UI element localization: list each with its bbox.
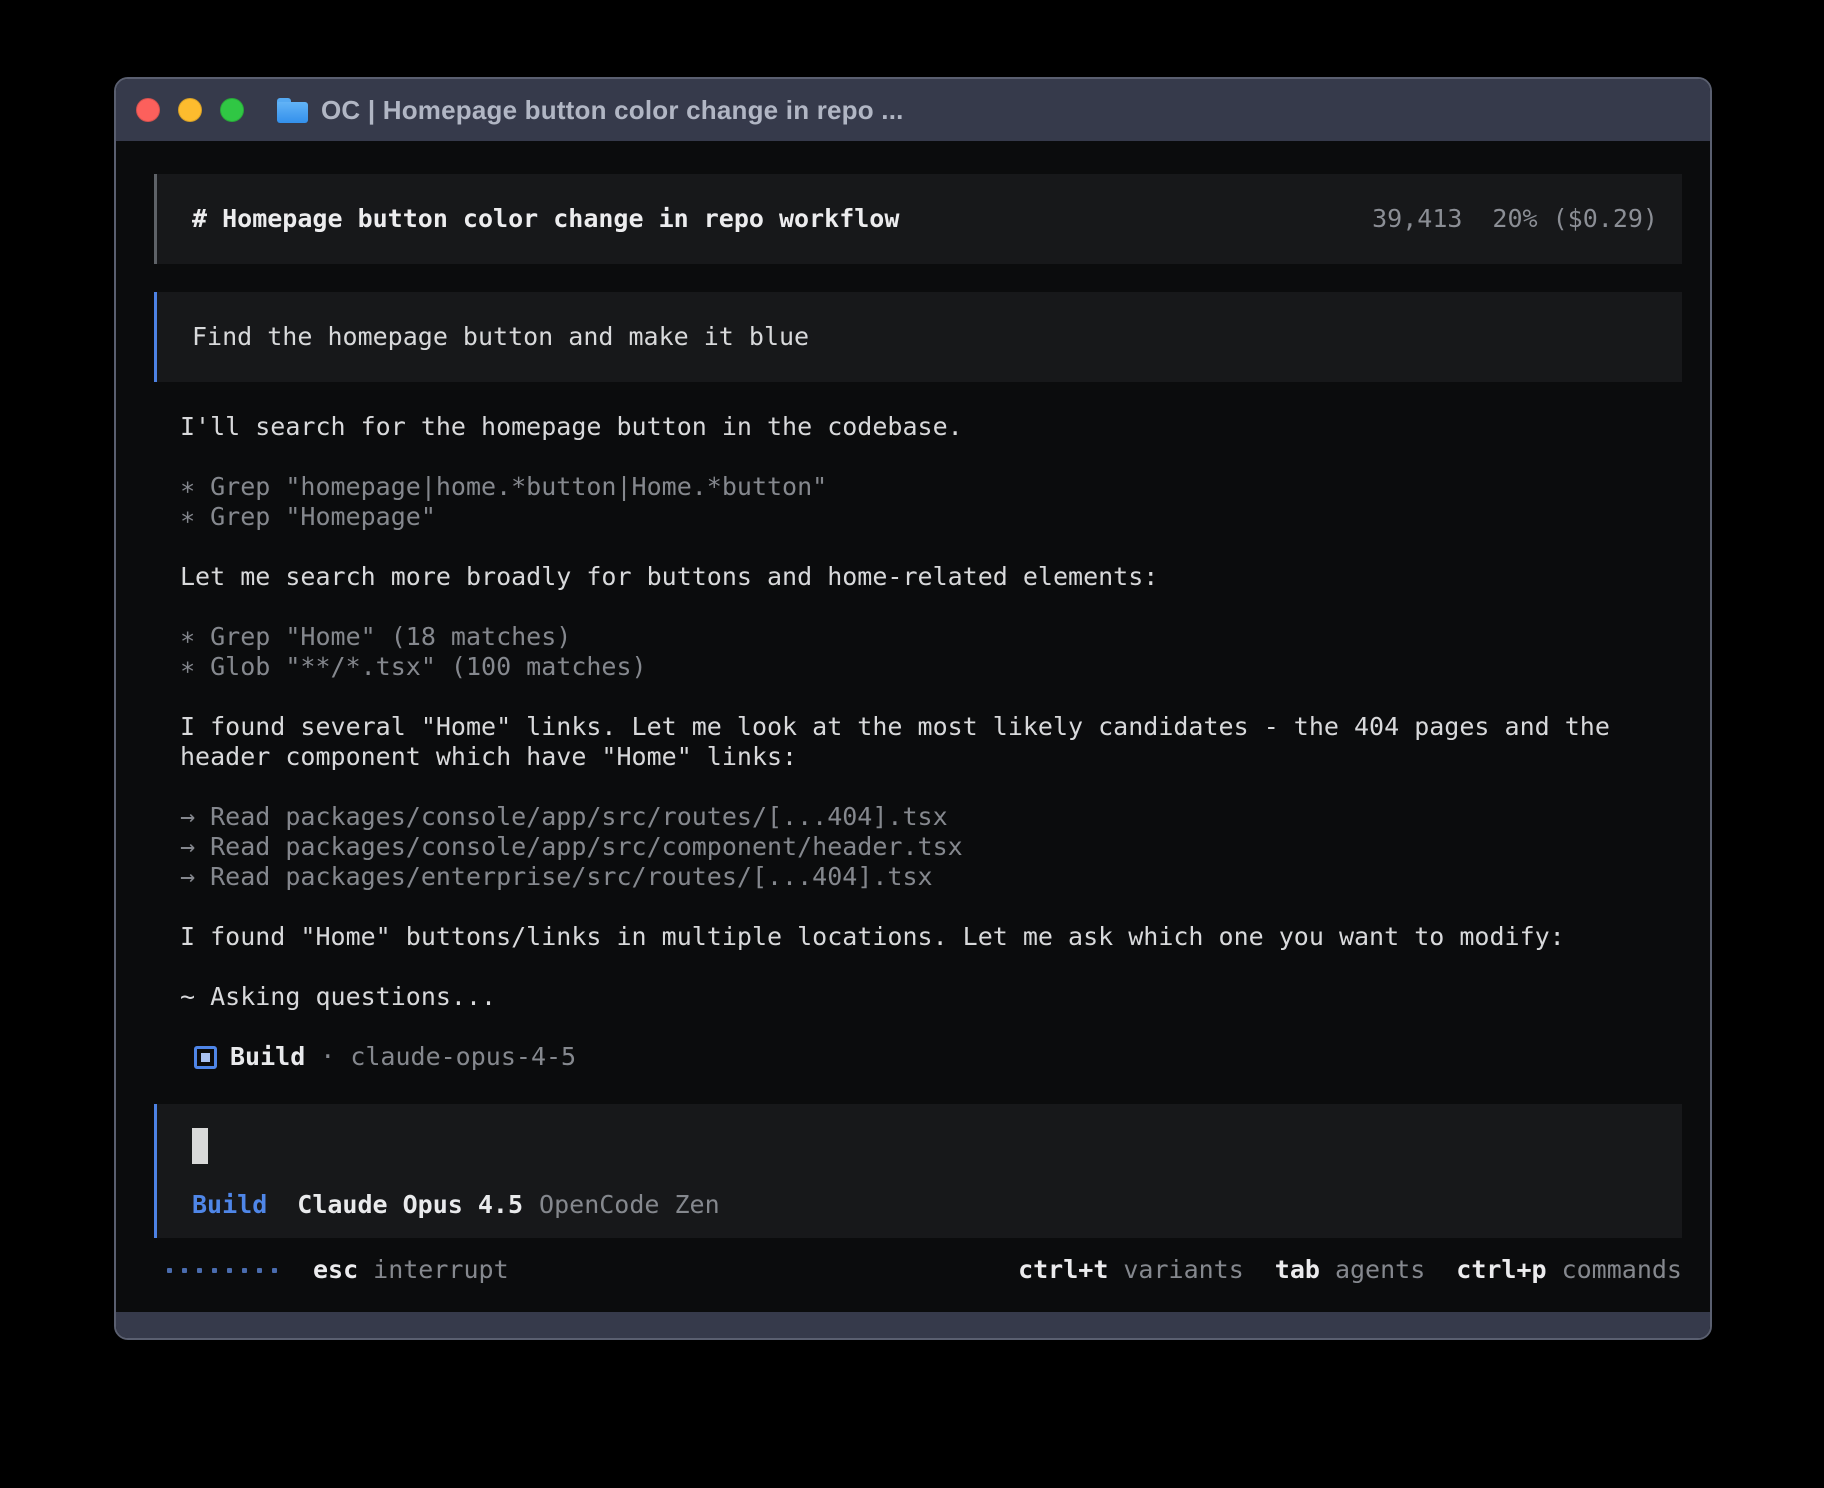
session-stats: 39,413 20% ($0.29) [1372,204,1658,234]
session-title: # Homepage button color change in repo w… [192,204,899,234]
transcript-text-line: Let me search more broadly for buttons a… [180,562,1682,592]
agent-model: claude-opus-4-5 [350,1042,576,1072]
spinner-dot [212,1268,217,1273]
input-mode[interactable]: Build [192,1190,267,1220]
transcript-tool-line: → Read packages/enterprise/src/routes/[.… [180,862,1682,892]
transcript-tool-line: ∗ Glob "**/*.tsx" (100 matches) [180,652,1682,682]
interrupt-label: interrupt [373,1255,508,1285]
variants-label: variants [1123,1255,1243,1285]
shortcut-commands: ctrl+p commands [1456,1255,1682,1285]
spinner-dot [242,1268,247,1273]
minimize-button[interactable] [178,98,202,122]
transcript-text-line: I'll search for the homepage button in t… [180,412,1682,442]
session-header: # Homepage button color change in repo w… [154,174,1682,264]
interrupt-key: esc [313,1255,358,1285]
spinner-dot [257,1268,262,1273]
transcript-tool-line: → Read packages/console/app/src/routes/[… [180,802,1682,832]
terminal-content: # Homepage button color change in repo w… [116,141,1710,1312]
zoom-button[interactable] [220,98,244,122]
transcript-text-line: ~ Asking questions... [180,982,1682,1012]
titlebar: OC | Homepage button color change in rep… [116,79,1710,141]
input-provider: OpenCode Zen [539,1190,720,1220]
shortcut-interrupt: esc interrupt [313,1255,509,1285]
spinner-dots [167,1268,277,1273]
transcript-tool-line: ∗ Grep "homepage|home.*button|Home.*butt… [180,472,1682,502]
transcript: I'll search for the homepage button in t… [180,412,1682,1012]
shortcut-groups: ctrl+t variants tab agents ctrl+p comman… [1018,1255,1682,1285]
user-message-text: Find the homepage button and make it blu… [192,322,809,351]
window-title: OC | Homepage button color change in rep… [321,95,904,126]
close-button[interactable] [136,98,160,122]
window-bottom-strip [116,1312,1710,1338]
commands-key: ctrl+p [1456,1255,1546,1285]
transcript-tool-line: ∗ Grep "Home" (18 matches) [180,622,1682,652]
folder-icon [277,98,308,123]
input-model[interactable]: Claude Opus 4.5 [297,1190,523,1220]
spinner-dot [227,1268,232,1273]
context-usage: 20% ($0.29) [1492,204,1658,233]
prompt-input[interactable]: Build Claude Opus 4.5 OpenCode Zen [154,1104,1682,1238]
shortcut-agents: tab agents [1275,1255,1425,1285]
user-message: Find the homepage button and make it blu… [154,292,1682,382]
status-footer: esc interrupt ctrl+t variants tab agents… [154,1255,1682,1285]
titlebar-title-group: OC | Homepage button color change in rep… [277,95,904,126]
variants-key: ctrl+t [1018,1255,1108,1285]
agents-label: agents [1335,1255,1425,1285]
spinner-dot [167,1268,172,1273]
transcript-tool-line: → Read packages/console/app/src/componen… [180,832,1682,862]
terminal-window: OC | Homepage button color change in rep… [114,77,1712,1340]
agents-key: tab [1275,1255,1320,1285]
transcript-text-line: I found several "Home" links. Let me loo… [180,712,1682,772]
spinner-dot [197,1268,202,1273]
text-cursor [192,1128,208,1164]
shortcut-variants: ctrl+t variants [1018,1255,1244,1285]
spinner-dot [272,1268,277,1273]
transcript-text-line: I found "Home" buttons/links in multiple… [180,922,1682,952]
agent-name: Build [230,1042,305,1072]
input-status-row: Build Claude Opus 4.5 OpenCode Zen [192,1190,1658,1220]
token-count: 39,413 [1372,204,1462,233]
transcript-tool-line: ∗ Grep "Homepage" [180,502,1682,532]
agent-badge-icon [194,1046,217,1069]
agent-status-row: Build · claude-opus-4-5 [194,1042,1682,1072]
commands-label: commands [1562,1255,1682,1285]
agent-separator: · [320,1042,335,1072]
spinner-dot [182,1268,187,1273]
traffic-lights [136,98,244,122]
